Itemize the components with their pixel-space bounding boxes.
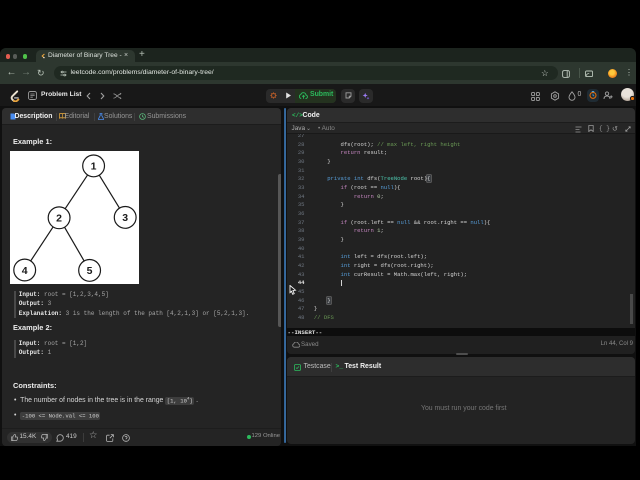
svg-text:4: 4 — [22, 265, 28, 277]
svg-text:2: 2 — [56, 213, 62, 225]
svg-text:1: 1 — [91, 161, 97, 173]
svg-text:5: 5 — [87, 265, 93, 277]
svg-text:3: 3 — [122, 212, 128, 224]
